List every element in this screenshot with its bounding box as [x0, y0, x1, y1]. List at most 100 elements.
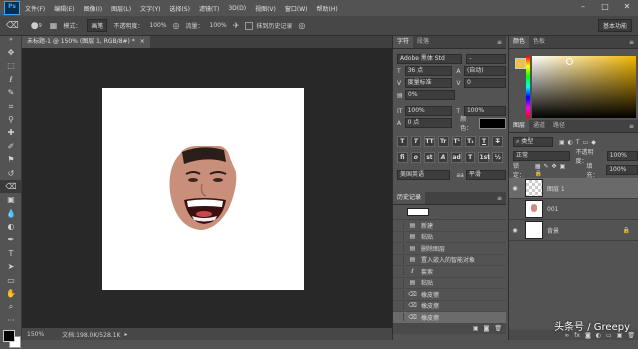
- baseline-field[interactable]: 0 点: [404, 118, 453, 128]
- new-document-from-state-icon[interactable]: ▣: [473, 325, 479, 332]
- document-tab[interactable]: 未标题-1 @ 150% (图层 1, RGB/8#) * ×: [22, 36, 150, 48]
- oldstyle-button[interactable]: o: [410, 151, 422, 163]
- zoom-level[interactable]: 150%: [27, 331, 44, 338]
- history-item[interactable]: ▤ 粘贴: [393, 232, 506, 243]
- brush-tool-icon[interactable]: ✐: [0, 140, 22, 153]
- pressure-opacity-icon[interactable]: ◎: [173, 21, 180, 30]
- type-tool-icon[interactable]: T: [0, 247, 22, 260]
- text-color-swatch[interactable]: [479, 117, 506, 129]
- history-item[interactable]: ▤ 置入嵌入的智能对象: [393, 255, 506, 266]
- toolbar-collapse-icon[interactable]: »: [0, 36, 22, 46]
- gradient-tool-icon[interactable]: ▣: [0, 193, 22, 206]
- tracking-field[interactable]: 0: [463, 78, 506, 88]
- layer-name[interactable]: 背景: [547, 226, 559, 235]
- erase-to-history-checkbox[interactable]: 抹到历史记录: [245, 21, 292, 30]
- underline-button[interactable]: T: [478, 135, 490, 147]
- lasso-tool-icon[interactable]: ℓ: [0, 73, 22, 86]
- half-button[interactable]: ½: [492, 151, 504, 163]
- font-style-select[interactable]: -: [466, 54, 506, 64]
- crop-tool-icon[interactable]: ⌗: [0, 100, 22, 113]
- color-picker-cursor[interactable]: [566, 58, 573, 65]
- menu-edit[interactable]: 编辑(E): [54, 4, 74, 13]
- color-panel-foreground[interactable]: [515, 58, 526, 69]
- antialias-select[interactable]: 平滑: [465, 170, 506, 180]
- history-item[interactable]: ▤ 粘贴: [393, 278, 506, 289]
- layer-row[interactable]: ◉ 背景 🔒: [509, 220, 638, 241]
- history-snapshot[interactable]: [393, 205, 506, 220]
- faux-bold-button[interactable]: T: [397, 135, 408, 147]
- lock-icons[interactable]: ▦✎✥▣🔒: [535, 163, 579, 177]
- panel-menu-icon[interactable]: ≡: [497, 39, 502, 46]
- history-item-current[interactable]: ⌫ 橡皮擦: [393, 312, 506, 324]
- saturation-value-picker[interactable]: [532, 56, 636, 118]
- color-swatches[interactable]: [0, 327, 22, 349]
- menu-image[interactable]: 图像(I): [84, 4, 102, 13]
- menu-file[interactable]: 文件(F): [25, 4, 45, 13]
- blur-tool-icon[interactable]: 💧: [0, 207, 22, 220]
- brush-preset-icon[interactable]: ●: [31, 21, 39, 31]
- maximize-icon[interactable]: □: [594, 0, 616, 14]
- layer-name[interactable]: 001: [547, 206, 558, 213]
- status-menu-icon[interactable]: ▸: [124, 331, 127, 338]
- font-family-select[interactable]: Adobe 黑体 Std: [397, 54, 463, 64]
- blend-mode-select[interactable]: 正常: [513, 151, 570, 161]
- tab-swatches[interactable]: 色板: [529, 36, 549, 48]
- fraction-button[interactable]: 1st: [478, 151, 490, 163]
- history-item[interactable]: ▤ 删除图层: [393, 243, 506, 255]
- faux-italic-button[interactable]: T: [410, 135, 422, 147]
- menu-type[interactable]: 文字(Y): [140, 4, 160, 13]
- menu-view[interactable]: 视图(V): [255, 4, 276, 13]
- strikethrough-button[interactable]: T: [492, 135, 503, 147]
- rectangle-tool-icon[interactable]: ▭: [0, 274, 22, 287]
- filter-icons[interactable]: ▣◐T▭◆: [559, 139, 599, 146]
- close-icon[interactable]: ✕: [616, 0, 638, 14]
- hue-slider[interactable]: [526, 56, 530, 118]
- menu-window[interactable]: 窗口(W): [285, 4, 308, 13]
- layer-row[interactable]: ◉ 图层 1: [509, 178, 638, 199]
- eye-icon[interactable]: ◉: [509, 227, 521, 234]
- layer-name[interactable]: 图层 1: [547, 184, 565, 193]
- language-select[interactable]: 美国英语: [397, 170, 451, 180]
- swash-button[interactable]: A: [437, 151, 449, 163]
- tab-history[interactable]: 历史记录: [393, 192, 426, 204]
- panel-menu-icon[interactable]: ≡: [497, 195, 502, 202]
- pen-tool-icon[interactable]: ✒: [0, 233, 22, 246]
- ligature-button[interactable]: fi: [397, 151, 408, 163]
- panel-menu-icon[interactable]: ≡: [629, 39, 634, 46]
- history-item[interactable]: ⌫ 橡皮擦: [393, 301, 506, 312]
- history-item[interactable]: ⌫ 橡皮擦: [393, 289, 506, 301]
- history-item[interactable]: ℓ 套索: [393, 266, 506, 278]
- small-caps-button[interactable]: Tr: [437, 135, 449, 147]
- tab-color[interactable]: 颜色: [509, 36, 530, 48]
- eyedropper-tool-icon[interactable]: ⚲: [0, 113, 22, 126]
- subscript-button[interactable]: T₁: [465, 135, 476, 147]
- eraser-tool-icon[interactable]: ⌫: [0, 179, 22, 194]
- menu-layer[interactable]: 图层(L): [111, 4, 131, 13]
- hand-tool-icon[interactable]: ✋: [0, 287, 22, 300]
- stamp-tool-icon[interactable]: ⚑: [0, 153, 22, 166]
- vertical-scale-field[interactable]: 100%: [404, 106, 453, 116]
- workspace-select[interactable]: 基本功能: [597, 19, 632, 32]
- tsume-field[interactable]: 0%: [405, 90, 455, 100]
- quick-select-tool-icon[interactable]: ✎: [0, 86, 22, 99]
- tab-character[interactable]: 字符: [393, 36, 414, 48]
- path-select-tool-icon[interactable]: ➤: [0, 260, 22, 273]
- tab-layers[interactable]: 图层: [509, 120, 530, 132]
- dodge-tool-icon[interactable]: ◐: [0, 220, 22, 233]
- stylistic-button[interactable]: st: [424, 151, 435, 163]
- layer-opacity-field[interactable]: 100%: [606, 151, 638, 161]
- camera-icon[interactable]: ◙: [484, 325, 490, 332]
- layer-filter-select[interactable]: ⌕ 类型: [513, 137, 553, 147]
- move-tool-icon[interactable]: ✥: [0, 46, 22, 59]
- marquee-tool-icon[interactable]: ⬚: [0, 59, 22, 72]
- layer-row[interactable]: 001: [509, 199, 638, 220]
- kerning-field[interactable]: 度量标准: [404, 78, 453, 88]
- pressure-size-icon[interactable]: ◎: [298, 21, 305, 30]
- menu-help[interactable]: 帮助(H): [317, 4, 338, 13]
- history-brush-tool-icon[interactable]: ↺: [0, 167, 22, 180]
- leading-field[interactable]: (自动): [463, 66, 506, 76]
- all-caps-button[interactable]: TT: [424, 135, 435, 147]
- superscript-button[interactable]: T¹: [451, 135, 463, 147]
- titling-button[interactable]: ad: [451, 151, 462, 163]
- flow-value[interactable]: 100%: [210, 22, 227, 29]
